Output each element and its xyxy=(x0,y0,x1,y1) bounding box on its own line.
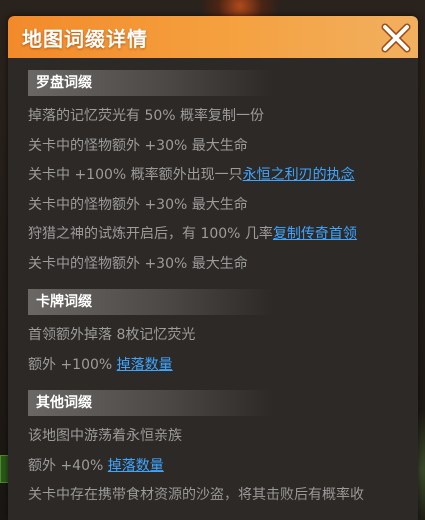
affix-line: 关卡中存在携带食材资源的沙盗，将其击败后有概率收 xyxy=(28,487,364,503)
affix-line: 该地图中游荡着永恒亲族 xyxy=(28,428,182,444)
affix-link-copy-legendary-boss[interactable]: 复制传奇首领 xyxy=(273,226,357,242)
dialog-content: 罗盘词缀 掉落的记忆荧光有 50% 概率复制一份 关卡中的怪物额外 +30% 最… xyxy=(8,70,418,520)
affix-line: 额外 +40% 掉落数量 xyxy=(28,457,164,474)
affix-line: 首领额外掉落 8枚记忆荧光 xyxy=(28,327,196,343)
affix-line: 狩猎之神的试炼开启后，有 100% 几率复制传奇首领 xyxy=(28,226,357,242)
affix-line: 关卡中的怪物额外 +30% 最大生命 xyxy=(28,255,248,272)
affix-line: 关卡中的怪物额外 +30% 最大生命 xyxy=(28,137,248,154)
map-affix-dialog: 地图词缀详情 罗盘词缀 掉落的记忆荧光有 50% 概率复制一份 关卡中的怪物额外… xyxy=(8,16,418,520)
affix-line: 额外 +100% 掉落数量 xyxy=(28,356,173,373)
affix-link-drop-quantity[interactable]: 掉落数量 xyxy=(108,458,164,474)
dialog-header: 地图词缀详情 xyxy=(8,16,418,58)
section-header-compass: 罗盘词缀 xyxy=(28,70,274,96)
affix-line: 掉落的记忆荧光有 50% 概率复制一份 xyxy=(28,108,265,124)
affix-line: 关卡中的怪物额外 +30% 最大生命 xyxy=(28,196,248,213)
close-icon xyxy=(381,23,411,53)
affix-link-drop-quantity[interactable]: 掉落数量 xyxy=(117,357,173,373)
section-header-other: 其他词缀 xyxy=(28,390,274,416)
affix-line: 关卡中 +100% 概率额外出现一只永恒之利刃的执念 xyxy=(28,167,355,183)
section-header-card: 卡牌词缀 xyxy=(28,289,274,315)
close-button[interactable] xyxy=(378,20,414,56)
dialog-title: 地图词缀详情 xyxy=(22,27,148,51)
affix-link-eternal-blade[interactable]: 永恒之利刃的执念 xyxy=(243,167,355,183)
